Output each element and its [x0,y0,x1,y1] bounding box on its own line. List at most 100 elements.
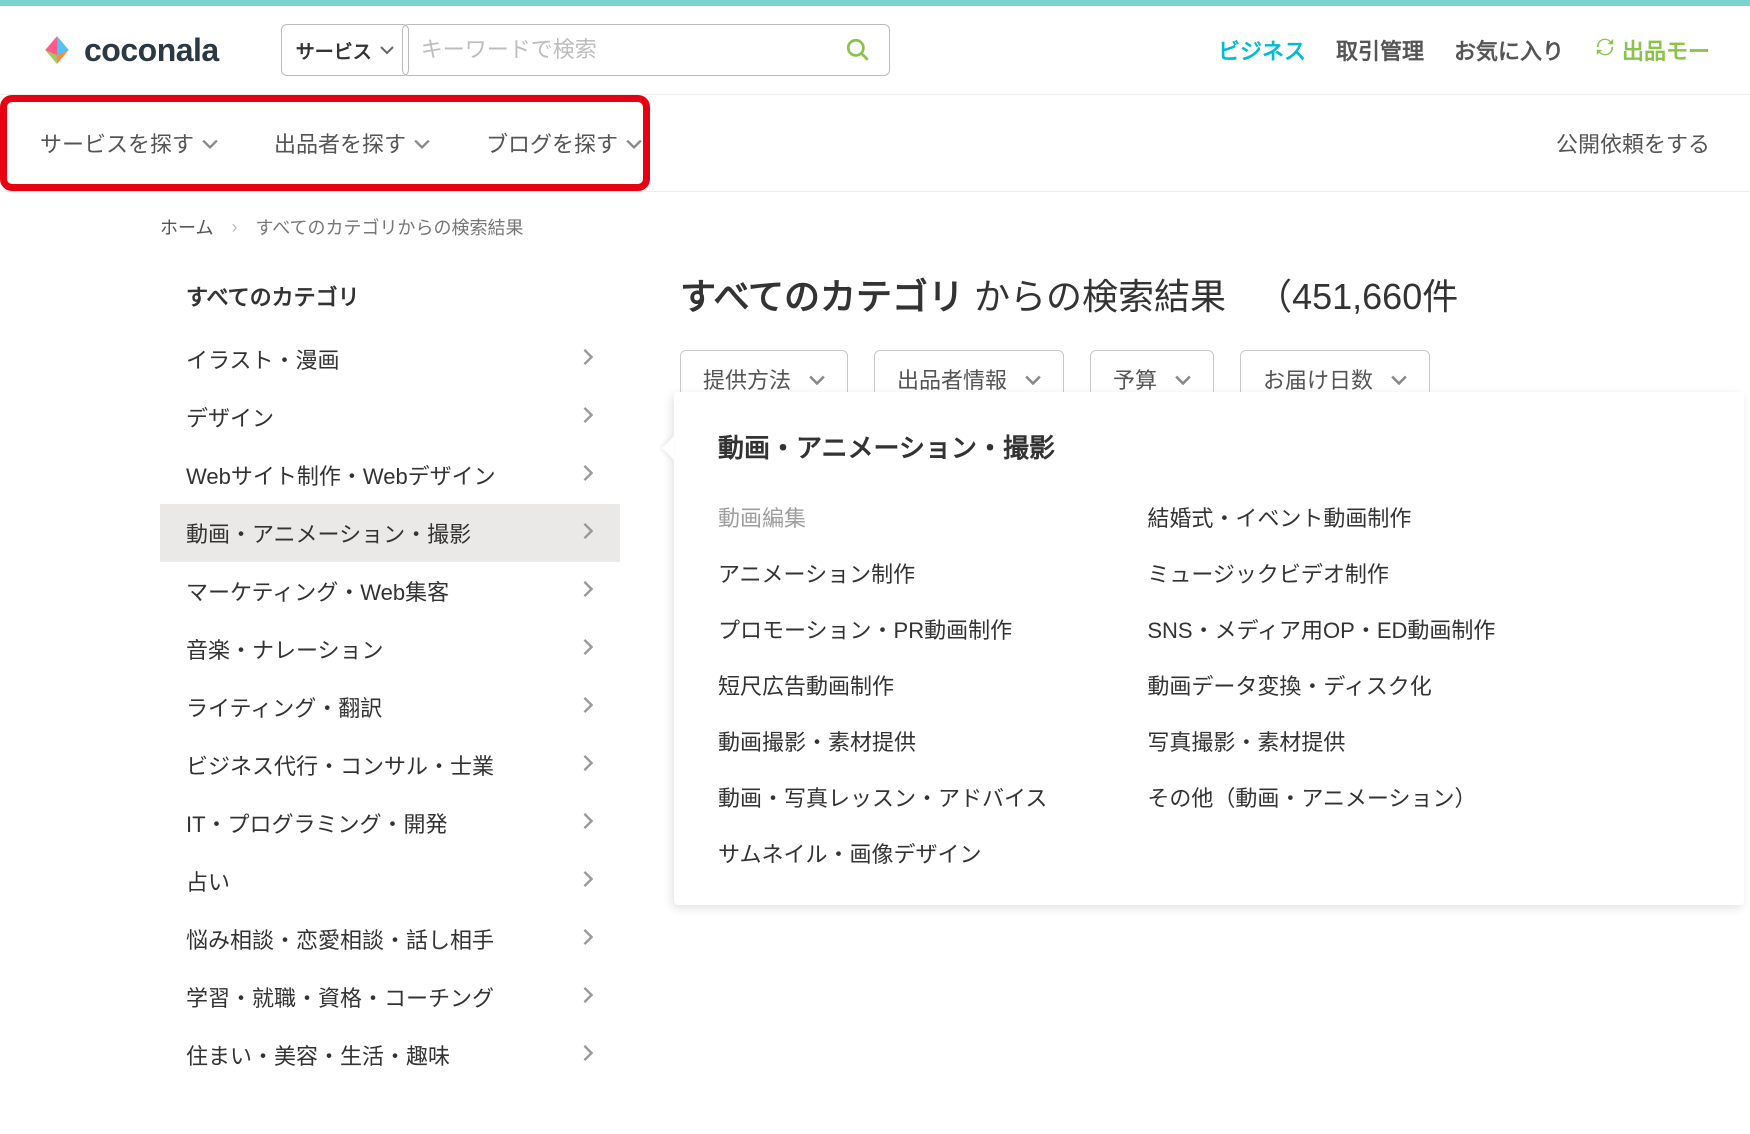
sidebar-item-label: Webサイト制作・Webデザイン [186,459,496,491]
sidebar-item-label: イラスト・漫画 [186,343,340,375]
filter-label: 出品者情報 [897,363,1007,395]
sidebar-item-label: マーケティング・Web集客 [186,575,449,607]
sidebar-item-label: 動画・アニメーション・撮影 [186,517,471,549]
flyout-link[interactable]: その他（動画・アニメーション） [1147,781,1495,813]
breadcrumb: ホーム › すべてのカテゴリからの検索結果 [0,192,1750,262]
sidebar-item-label: 悩み相談・恋愛相談・話し相手 [186,923,494,955]
flyout-link[interactable]: アニメーション制作 [718,557,1047,589]
sidebar-item[interactable]: デザイン [160,388,620,446]
flyout-link[interactable]: プロモーション・PR動画制作 [718,613,1047,645]
chevron-right-icon [582,348,594,371]
sidebar-title: すべてのカテゴリ [160,262,620,330]
chevron-down-icon [626,130,642,156]
search-category-selector[interactable]: サービス [281,24,409,76]
sidebar-item-label: 音楽・ナレーション [186,633,384,665]
flyout-link[interactable]: 動画データ変換・ディスク化 [1147,669,1495,701]
chevron-right-icon [582,870,594,893]
chevron-down-icon [380,39,394,61]
flyout-col-left: 動画編集アニメーション制作プロモーション・PR動画制作短尺広告動画制作動画撮影・… [718,501,1047,869]
flyout-link[interactable]: 写真撮影・素材提供 [1147,725,1495,757]
header-link-business[interactable]: ビジネス [1218,34,1306,66]
sidebar-item[interactable]: 住まい・美容・生活・趣味 [160,1026,620,1084]
search-box [402,24,890,76]
flyout-link[interactable]: 動画・写真レッスン・アドバイス [718,781,1047,813]
top-header: coconala サービス ビジネス 取引管理 お気に入り 出品モー [0,6,1750,95]
chevron-right-icon [582,1044,594,1067]
sidebar-item[interactable]: イラスト・漫画 [160,330,620,388]
sidebar-item[interactable]: ライティング・翻訳 [160,678,620,736]
sidebar-item[interactable]: マーケティング・Web集客 [160,562,620,620]
chevron-right-icon [582,580,594,603]
chevron-right-icon [582,522,594,545]
chevron-down-icon [1025,366,1041,392]
refresh-icon [1594,36,1616,64]
breadcrumb-current: すべてのカテゴリからの検索結果 [255,214,523,240]
sidebar-item-label: 住まい・美容・生活・趣味 [186,1039,450,1071]
sidebar-item[interactable]: 動画・アニメーション・撮影 [160,504,620,562]
chevron-down-icon [1391,366,1407,392]
breadcrumb-home[interactable]: ホーム [160,214,213,240]
title-bold: すべてのカテゴリ [680,276,964,317]
page-title: すべてのカテゴリ からの検索結果 （451,660件 [680,262,1750,350]
content-area: すべてのカテゴリ からの検索結果 （451,660件 提供方法 出品者情報 予算 お届… [680,262,1750,1084]
header-link-list-mode-label: 出品モー [1622,34,1710,66]
nav-item-blogs[interactable]: ブログを探す [486,109,642,177]
chevron-right-icon [582,754,594,777]
chevron-right-icon [582,464,594,487]
header-links: ビジネス 取引管理 お気に入り 出品モー [1218,34,1710,66]
nav-item-services[interactable]: サービスを探す [40,109,218,177]
sidebar-item[interactable]: 音楽・ナレーション [160,620,620,678]
category-flyout: 動画・アニメーション・撮影 動画編集アニメーション制作プロモーション・PR動画制… [674,392,1744,905]
flyout-link[interactable]: 動画編集 [718,501,1047,533]
filter-label: 予算 [1113,363,1157,395]
chevron-down-icon [809,366,825,392]
sidebar-item-label: ライティング・翻訳 [186,691,382,723]
chevron-right-icon [582,406,594,429]
sidebar-item-label: IT・プログラミング・開発 [186,807,448,839]
chevron-down-icon [202,130,218,156]
flyout-link[interactable]: ミュージックビデオ制作 [1147,557,1495,589]
header-link-list-mode[interactable]: 出品モー [1594,34,1710,66]
nav-item-sellers[interactable]: 出品者を探す [274,109,430,177]
sidebar-item[interactable]: 学習・就職・資格・コーチング [160,968,620,1026]
nav-label: 出品者を探す [274,127,406,159]
result-count: （451,660件 [1256,276,1458,317]
category-sidebar: すべてのカテゴリ イラスト・漫画デザイン Webサイト制作・Webデザイン動画・ア… [160,262,620,1084]
search-icon[interactable] [845,37,871,63]
sidebar-item[interactable]: ビジネス代行・コンサル・士業 [160,736,620,794]
sidebar-item[interactable]: Webサイト制作・Webデザイン [160,446,620,504]
title-rest: からの検索結果 [964,276,1226,317]
flyout-link[interactable]: SNS・メディア用OP・ED動画制作 [1147,613,1495,645]
flyout-link[interactable]: サムネイル・画像デザイン [718,837,1047,869]
sidebar-item-label: 学習・就職・資格・コーチング [186,981,494,1013]
flyout-link[interactable]: 短尺広告動画制作 [718,669,1047,701]
chevron-right-icon [582,812,594,835]
flyout-title: 動画・アニメーション・撮影 [718,428,1700,465]
search-input[interactable] [421,25,845,75]
nav-public-request[interactable]: 公開依頼をする [1556,127,1710,159]
chevron-right-icon [582,696,594,719]
sidebar-item[interactable]: 占い [160,852,620,910]
chevron-right-icon [582,986,594,1009]
sidebar-item[interactable]: 悩み相談・恋愛相談・話し相手 [160,910,620,968]
flyout-link[interactable]: 結婚式・イベント動画制作 [1147,501,1495,533]
header-link-transactions[interactable]: 取引管理 [1336,34,1424,66]
nav-label: サービスを探す [40,127,194,159]
logo-icon [40,33,74,67]
sidebar-item-label: ビジネス代行・コンサル・士業 [186,749,494,781]
sidebar-item-label: デザイン [186,401,274,433]
header-link-favorites[interactable]: お気に入り [1454,34,1564,66]
logo[interactable]: coconala [40,32,219,69]
main-area: すべてのカテゴリ イラスト・漫画デザインWebサイト制作・Webデザイン動画・ア… [0,262,1750,1084]
chevron-right-icon [582,928,594,951]
sidebar-item-label: 占い [186,865,230,897]
sidebar-item[interactable]: IT・プログラミング・開発 [160,794,620,852]
nav-label: ブログを探す [486,127,618,159]
filter-label: 提供方法 [703,363,791,395]
chevron-down-icon [414,130,430,156]
search-area: サービス [281,24,890,76]
flyout-link[interactable]: 動画撮影・素材提供 [718,725,1047,757]
logo-text: coconala [84,32,219,69]
filter-label: お届け日数 [1263,363,1373,395]
chevron-right-icon [582,638,594,661]
